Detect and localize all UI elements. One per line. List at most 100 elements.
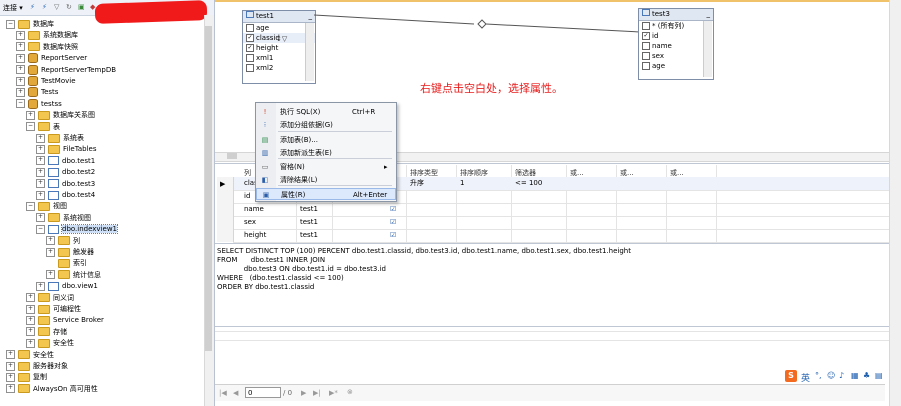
expand-icon[interactable]: + [6, 350, 15, 360]
column-row[interactable]: sex [639, 51, 713, 61]
tree-item-system-databases[interactable]: + 系统数据库 [16, 30, 78, 41]
table-row[interactable] [233, 203, 889, 216]
tree-item-storage[interactable]: + 存储 [26, 327, 67, 338]
tree-item-service-broker[interactable]: + Service Broker [26, 315, 104, 326]
grid-cell-col[interactable]: name [244, 203, 264, 216]
grid-cell-output[interactable]: ☑ [390, 203, 396, 216]
grid-cell-sort-type[interactable]: 升序 [410, 177, 424, 190]
tree-item-testss[interactable]: − testss [16, 98, 62, 110]
record-input[interactable] [245, 387, 281, 398]
tree-item-databases[interactable]: − 数据库 [6, 19, 54, 30]
menu-item-execute[interactable]: ! 执行 SQL(X) Ctrl+R [256, 106, 396, 118]
ime-keyboard-icon[interactable]: ▦ [851, 371, 859, 380]
grid-cell-filter[interactable]: <= 100 [515, 177, 542, 190]
expand-icon[interactable]: + [36, 213, 45, 223]
menu-item-add-table[interactable]: ▤ 添加表(B)... [256, 134, 396, 146]
table-test1-title[interactable]: test1 _ [243, 11, 315, 23]
ime-punct-icon[interactable]: °, [815, 371, 822, 380]
tree-item-tests[interactable]: + Tests [16, 87, 58, 98]
expand-icon[interactable]: + [46, 270, 55, 280]
grid-cell-output[interactable]: ☑ [390, 229, 396, 242]
expand-icon[interactable]: + [6, 361, 15, 371]
column-checkbox[interactable]: ✓ [246, 34, 254, 42]
table-row[interactable] [233, 216, 889, 229]
collapse-icon[interactable]: − [26, 201, 35, 211]
column-checkbox[interactable] [642, 22, 650, 30]
minimize-icon[interactable]: _ [309, 11, 313, 22]
filter-icon[interactable]: ▽ [54, 3, 59, 12]
connect-icon[interactable]: ⚡ [30, 3, 35, 12]
expand-icon[interactable]: + [36, 144, 45, 154]
expand-icon[interactable]: + [26, 293, 35, 303]
grid-cell-output[interactable]: ☑ [390, 216, 396, 229]
grid-cell-col[interactable]: sex [244, 216, 256, 229]
disconnect-icon[interactable]: ⚡ [42, 3, 47, 12]
designer-vscrollbar[interactable] [889, 0, 901, 406]
table-test1-scrollbar[interactable] [305, 23, 314, 81]
column-row[interactable]: * (所有列) [639, 21, 713, 31]
expand-icon[interactable]: + [16, 65, 25, 75]
refresh-icon[interactable]: ↻ [66, 3, 72, 12]
grid-cell-table[interactable]: test1 [300, 216, 318, 229]
tree-item-database-diagrams[interactable]: + 数据库关系图 [26, 110, 95, 121]
expand-icon[interactable]: + [6, 372, 15, 382]
expand-icon[interactable]: + [46, 247, 55, 257]
ime-skin-icon[interactable]: ♣ [863, 371, 870, 380]
column-checkbox[interactable] [642, 52, 650, 60]
grid-cell-col[interactable]: id [244, 190, 250, 203]
first-record-button[interactable]: |◀ [219, 389, 227, 397]
column-checkbox[interactable]: ✓ [246, 44, 254, 52]
column-checkbox[interactable] [642, 42, 650, 50]
tree-item-security[interactable]: + 安全性 [6, 350, 54, 361]
ime-menu-icon[interactable]: ▤ [875, 371, 883, 380]
tree-item-replication[interactable]: + 复制 [6, 372, 47, 383]
expand-icon[interactable]: + [16, 30, 25, 40]
expand-icon[interactable]: + [36, 179, 45, 189]
sogou-ime-icon[interactable]: S [785, 370, 797, 382]
expand-icon[interactable]: + [46, 236, 55, 246]
sql-line[interactable]: dbo.test3 ON dbo.test1.id = dbo.test3.id [217, 265, 386, 274]
column-checkbox[interactable] [246, 54, 254, 62]
collapse-icon[interactable]: − [26, 122, 35, 132]
menu-item-group-by[interactable]: ⁝ 添加分组依据(G) [256, 119, 396, 131]
tree-item-dbo-test4[interactable]: + dbo.test4 [36, 190, 95, 201]
collapse-icon[interactable]: − [6, 19, 15, 29]
tree-item-dbo-view1[interactable]: + dbo.view1 [36, 281, 98, 292]
collapse-icon[interactable]: − [36, 224, 45, 234]
column-row[interactable]: age [639, 61, 713, 71]
sql-line[interactable]: ORDER BY dbo.test1.classid [217, 283, 314, 292]
join-line[interactable] [314, 10, 640, 40]
tree-item-dbo-indexview1[interactable]: − dbo.indexview1 [36, 224, 118, 235]
tree-item-columns[interactable]: + 列 [46, 236, 80, 247]
menu-item-add-derived-table[interactable]: ▥ 添加新派生表(E) [256, 147, 396, 159]
expand-icon[interactable]: + [36, 133, 45, 143]
tree-item-dbo-test2[interactable]: + dbo.test2 [36, 167, 95, 178]
activity-icon[interactable]: ▣ [78, 3, 85, 12]
tree-item-triggers[interactable]: + 触发器 [46, 247, 94, 258]
tree-item-indexes[interactable]: 索引 [46, 258, 87, 269]
explorer-scrollbar-thumb[interactable] [205, 26, 212, 351]
tree-item-reportserver[interactable]: + ReportServer [16, 53, 87, 64]
stop-query-icon[interactable]: ⊗ [347, 388, 353, 396]
tree-item-dbo-test3[interactable]: + dbo.test3 [36, 179, 95, 190]
last-record-button[interactable]: ▶| [313, 389, 321, 397]
tree-item-filetables[interactable]: + FileTables [36, 144, 96, 155]
tree-item-system-views[interactable]: + 系统视图 [36, 213, 91, 224]
grid-cell-table[interactable]: test1 [300, 229, 318, 242]
table-test3[interactable]: test3 _ * (所有列) ✓ id name sex age [638, 8, 714, 80]
menu-item-clear-results[interactable]: ◧ 清除结果(L) [256, 174, 396, 186]
new-record-button[interactable]: ▶* [329, 389, 338, 397]
ime-emoji-icon[interactable]: ☺ [827, 371, 835, 380]
column-row[interactable]: ✓ id [639, 31, 713, 41]
expand-icon[interactable]: + [26, 315, 35, 325]
menu-item-properties[interactable]: ▣ 属性(R) Alt+Enter [256, 188, 396, 200]
tree-item-reportservertempdb[interactable]: + ReportServerTempDB [16, 64, 116, 76]
table-test1[interactable]: test1 _ age ✓ classid ✓ height xml1 xml2 ↕▽ [242, 10, 316, 84]
tree-item-tables[interactable]: − 表 [26, 122, 60, 133]
expand-icon[interactable]: + [36, 156, 45, 166]
tree-item-statistics[interactable]: + 统计信息 [46, 270, 101, 281]
sql-line[interactable]: SELECT DISTINCT TOP (100) PERCENT dbo.te… [217, 247, 631, 256]
tree-item-dbo-test1[interactable]: + dbo.test1 [36, 156, 95, 167]
column-checkbox[interactable]: ✓ [642, 32, 650, 40]
sql-line[interactable]: FROM dbo.test1 INNER JOIN [217, 256, 325, 265]
